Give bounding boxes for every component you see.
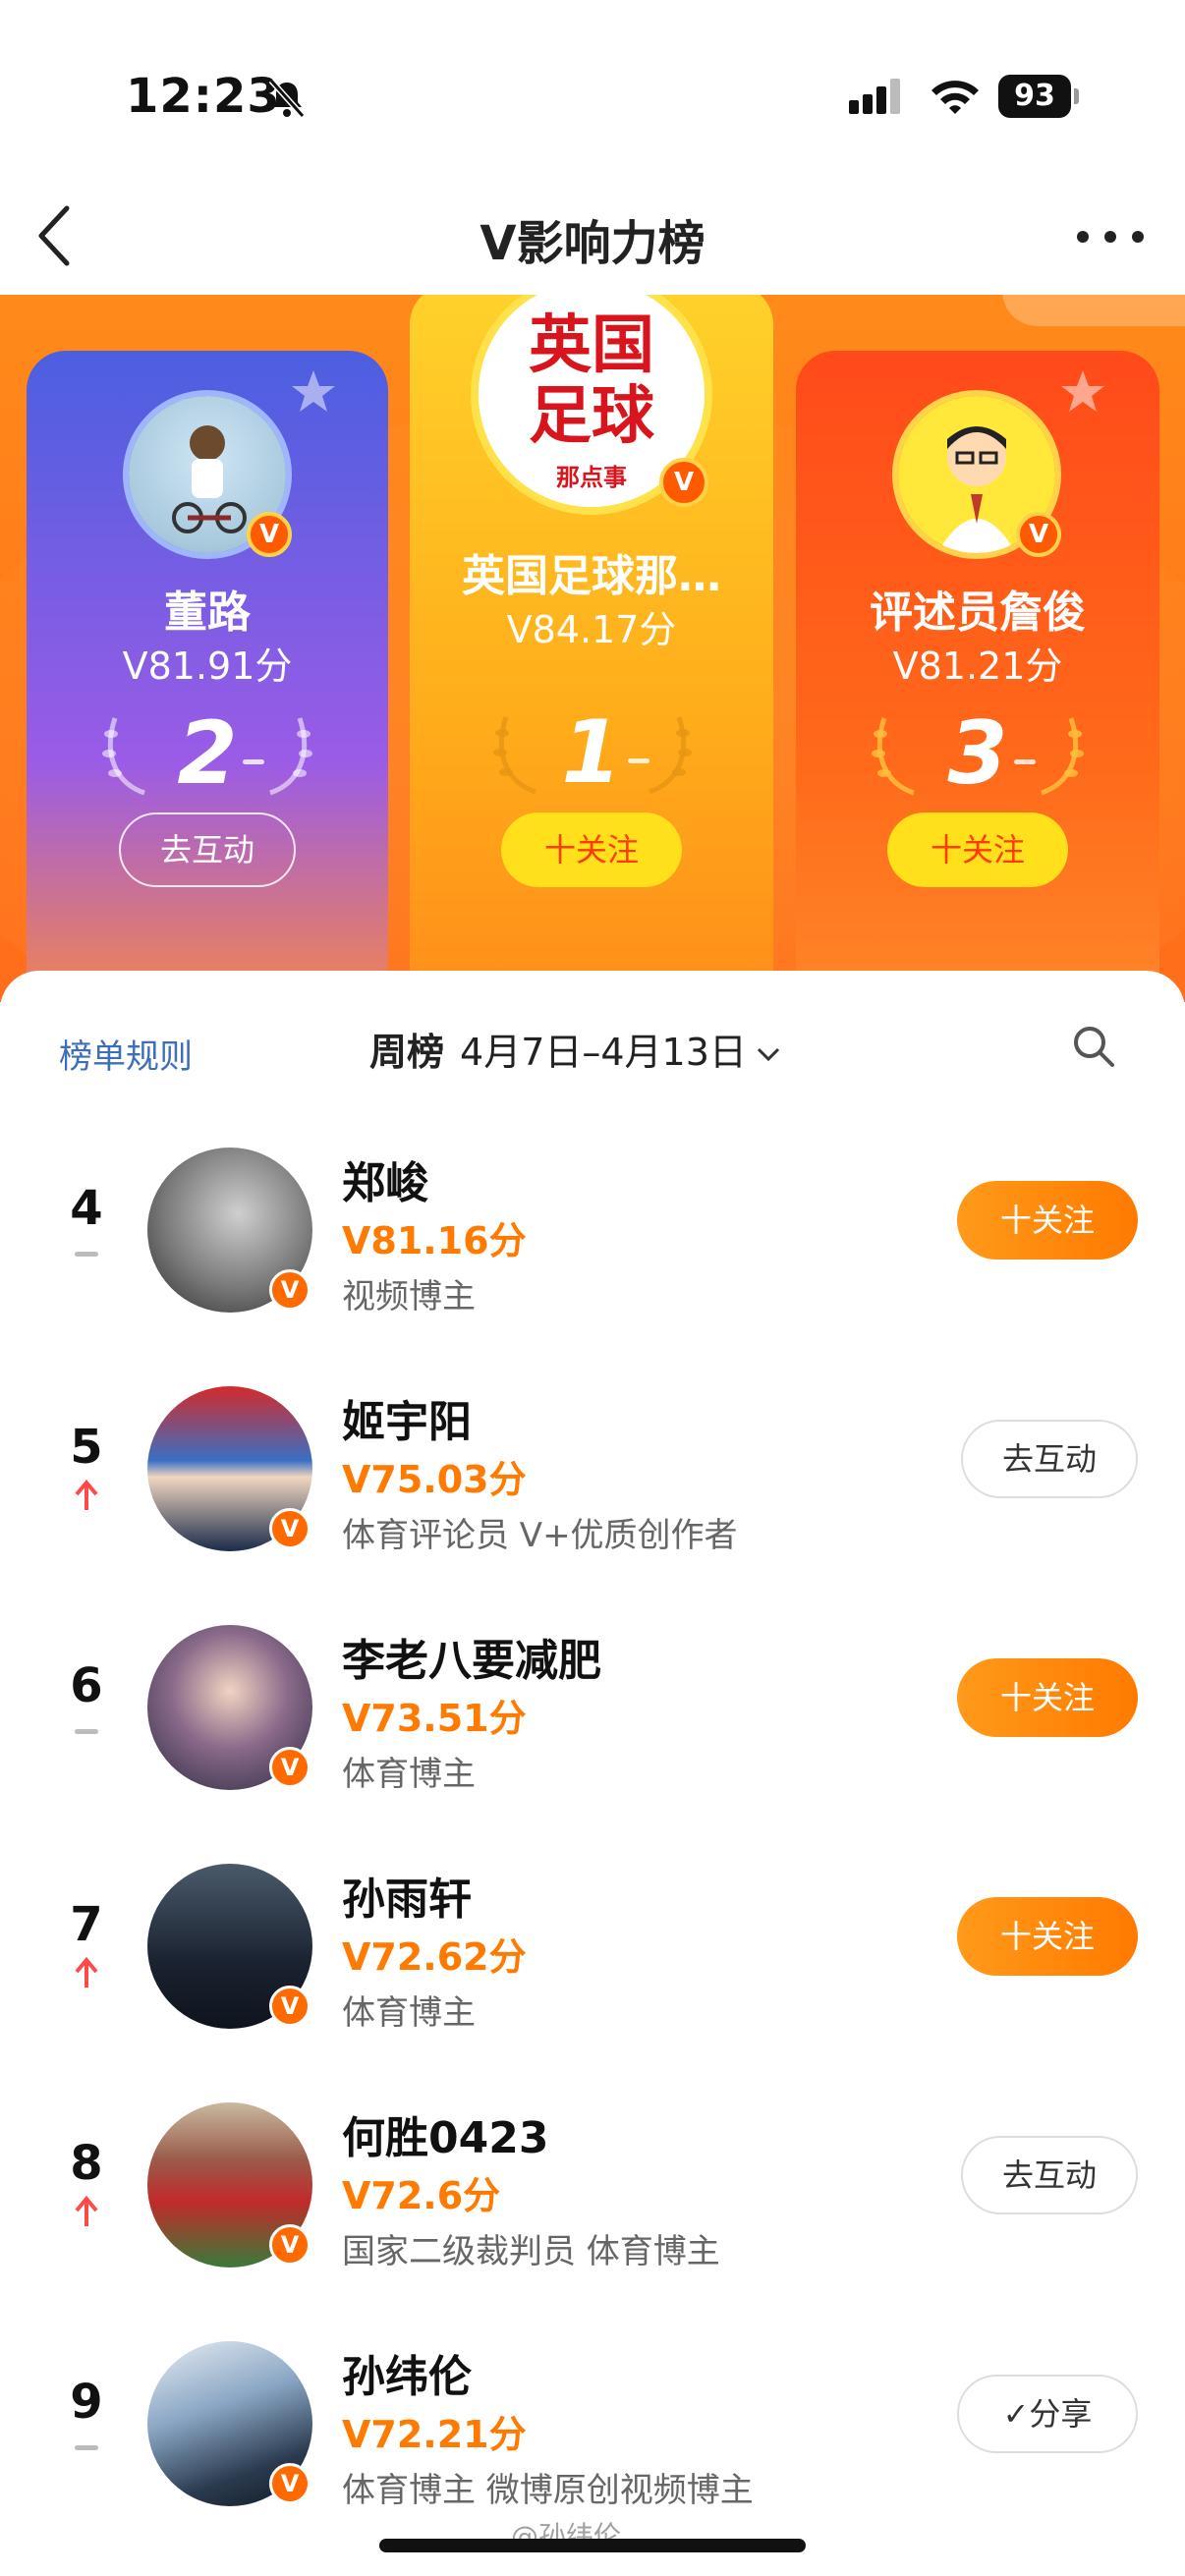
podium-card-3[interactable]: V 评述员詹俊 V81.21分 3 十关注	[796, 351, 1159, 1002]
podium-card-2[interactable]: V 董路 V81.91分 2 去互动	[27, 351, 388, 1002]
row-rank: 8	[70, 2136, 103, 2191]
podium-score: V81.91分	[122, 644, 293, 688]
trend-flat-icon	[75, 1252, 98, 1257]
share-button[interactable]: ✓分享	[957, 2375, 1138, 2453]
podium-name: 董路	[164, 588, 251, 638]
list-item[interactable]: 6 V 李老八要减肥 V73.51分 体育博主 十关注	[0, 1625, 1185, 1864]
laurel-icon	[1041, 717, 1084, 796]
row-desc: 视频博主	[342, 1277, 476, 1316]
v-badge-icon: V	[659, 458, 708, 507]
chevron-down-icon	[757, 1047, 779, 1061]
rank-badge: 3	[796, 704, 1159, 803]
row-rank: 9	[70, 2375, 103, 2430]
podium-rank: 1	[561, 701, 622, 803]
v-badge-icon: V	[269, 1269, 310, 1311]
v-badge-icon: V	[1016, 512, 1061, 557]
follow-button[interactable]: 十关注	[957, 1897, 1138, 1976]
ranking-list: 榜单规则 周榜 4月7日–4月13日 4 V 郑峻 V81.16分 视频博主 十关…	[0, 971, 1185, 2576]
up-arrow-icon	[75, 1956, 98, 1988]
follow-button[interactable]: 十关注	[501, 812, 682, 887]
star-icon	[1061, 370, 1104, 412]
row-desc: 体育评论员 V+优质创作者	[342, 1516, 738, 1555]
row-name[interactable]: 郑峻	[342, 1148, 428, 1210]
avatar[interactable]: 英国足球 那点事 V	[471, 295, 712, 515]
row-score: V72.21分	[342, 2413, 527, 2456]
battery-level: 93	[998, 75, 1071, 118]
up-arrow-icon	[75, 2195, 98, 2226]
follow-button[interactable]: 十关注	[887, 812, 1068, 887]
bell-slash-icon	[268, 79, 306, 118]
podium-score: V84.17分	[506, 608, 677, 651]
podium-rank: 3	[947, 702, 1008, 804]
row-desc: 体育博主	[342, 1993, 476, 2033]
row-rank: 7	[70, 1897, 103, 1952]
nav-bar: V影响力榜	[0, 177, 1185, 295]
row-desc: 国家二级裁判员 体育博主	[342, 2232, 720, 2271]
row-rank: 5	[70, 1420, 103, 1475]
check-icon: ✓	[1002, 2395, 1030, 2433]
interact-button[interactable]: 去互动	[119, 812, 296, 887]
interact-button[interactable]: 去互动	[961, 2136, 1138, 2214]
row-score: V81.16分	[342, 1219, 527, 1262]
search-icon[interactable]	[1071, 1024, 1116, 1069]
trend-flat-icon	[75, 2445, 98, 2450]
podium-score: V81.21分	[892, 644, 1063, 688]
home-indicator[interactable]	[379, 2539, 806, 2552]
laurel-icon	[649, 716, 692, 795]
battery-icon: 93	[998, 75, 1079, 118]
row-score: V73.51分	[342, 1697, 527, 1740]
avatar-logo-sub: 那点事	[556, 464, 627, 491]
follow-button[interactable]: 十关注	[957, 1658, 1138, 1737]
row-score: V72.62分	[342, 1935, 527, 1979]
podium: ↗ V 董路 V81.91分 2 去互动 英国足球 那点事 V 英国足球那…	[0, 295, 1185, 1002]
v-badge-icon: V	[269, 1747, 310, 1788]
list-item[interactable]: 7 V 孙雨轩 V72.62分 体育博主 十关注	[0, 1864, 1185, 2102]
row-name[interactable]: 孙雨轩	[342, 1864, 472, 1927]
avatar-logo-text: 英国足球	[529, 309, 654, 453]
more-icon[interactable]	[1071, 222, 1150, 252]
status-bar: 12:23 93	[0, 0, 1185, 147]
list-item[interactable]: 4 V 郑峻 V81.16分 视频博主 十关注	[0, 1148, 1185, 1386]
list-item[interactable]: 8 V 何胜0423 V72.6分 国家二级裁判员 体育博主 去互动	[0, 2102, 1185, 2341]
row-name[interactable]: 姬宇阳	[342, 1386, 472, 1449]
period-label: 周榜	[369, 1031, 445, 1074]
period-selector[interactable]: 周榜 4月7日–4月13日	[369, 1022, 782, 1076]
podium-name: 英国足球那…	[462, 551, 721, 601]
row-rank: 4	[70, 1181, 103, 1236]
share-tag[interactable]: ↗	[1002, 295, 1185, 326]
row-name[interactable]: 孙纬伦	[342, 2341, 472, 2404]
v-badge-icon: V	[269, 2224, 310, 2266]
rank-badge: 1	[410, 703, 773, 802]
interact-button[interactable]: 去互动	[961, 1420, 1138, 1498]
avatar[interactable]: V	[892, 390, 1061, 559]
follow-button[interactable]: 十关注	[957, 1181, 1138, 1260]
list-item[interactable]: 5 V 姬宇阳 V75.03分 体育评论员 V+优质创作者 去互动	[0, 1386, 1185, 1625]
row-name[interactable]: 何胜0423	[342, 2102, 548, 2165]
v-badge-icon: V	[269, 1508, 310, 1549]
v-badge-icon: V	[269, 1986, 310, 2027]
laurel-icon	[269, 717, 312, 796]
row-name[interactable]: 李老八要减肥	[342, 1625, 601, 1688]
row-desc: 体育博主	[342, 1755, 476, 1794]
wifi-icon	[931, 81, 979, 114]
signal-icon	[849, 79, 900, 114]
period-range: 4月7日–4月13日	[460, 1031, 747, 1074]
podium-name: 评述员詹俊	[870, 588, 1086, 638]
podium-card-1[interactable]: 英国足球 那点事 V 英国足球那… V84.17分 1 十关注	[410, 295, 773, 1002]
up-arrow-icon	[75, 1479, 98, 1510]
v-badge-icon: V	[269, 2463, 310, 2504]
row-score: V72.6分	[342, 2174, 501, 2217]
v-badge-icon: V	[247, 512, 292, 557]
row-rank: 6	[70, 1658, 103, 1713]
trend-flat-icon	[75, 1729, 98, 1734]
rank-badge: 2	[27, 704, 388, 803]
row-score: V75.03分	[342, 1458, 527, 1501]
rules-link[interactable]: 榜单规则	[59, 1030, 193, 1078]
podium-rank: 2	[177, 702, 238, 804]
star-icon	[292, 370, 335, 412]
page-title: V影响力榜	[480, 216, 705, 271]
row-desc: 体育博主 微博原创视频博主	[342, 2471, 754, 2510]
status-time: 12:23	[126, 69, 281, 124]
avatar[interactable]: V	[123, 390, 292, 559]
